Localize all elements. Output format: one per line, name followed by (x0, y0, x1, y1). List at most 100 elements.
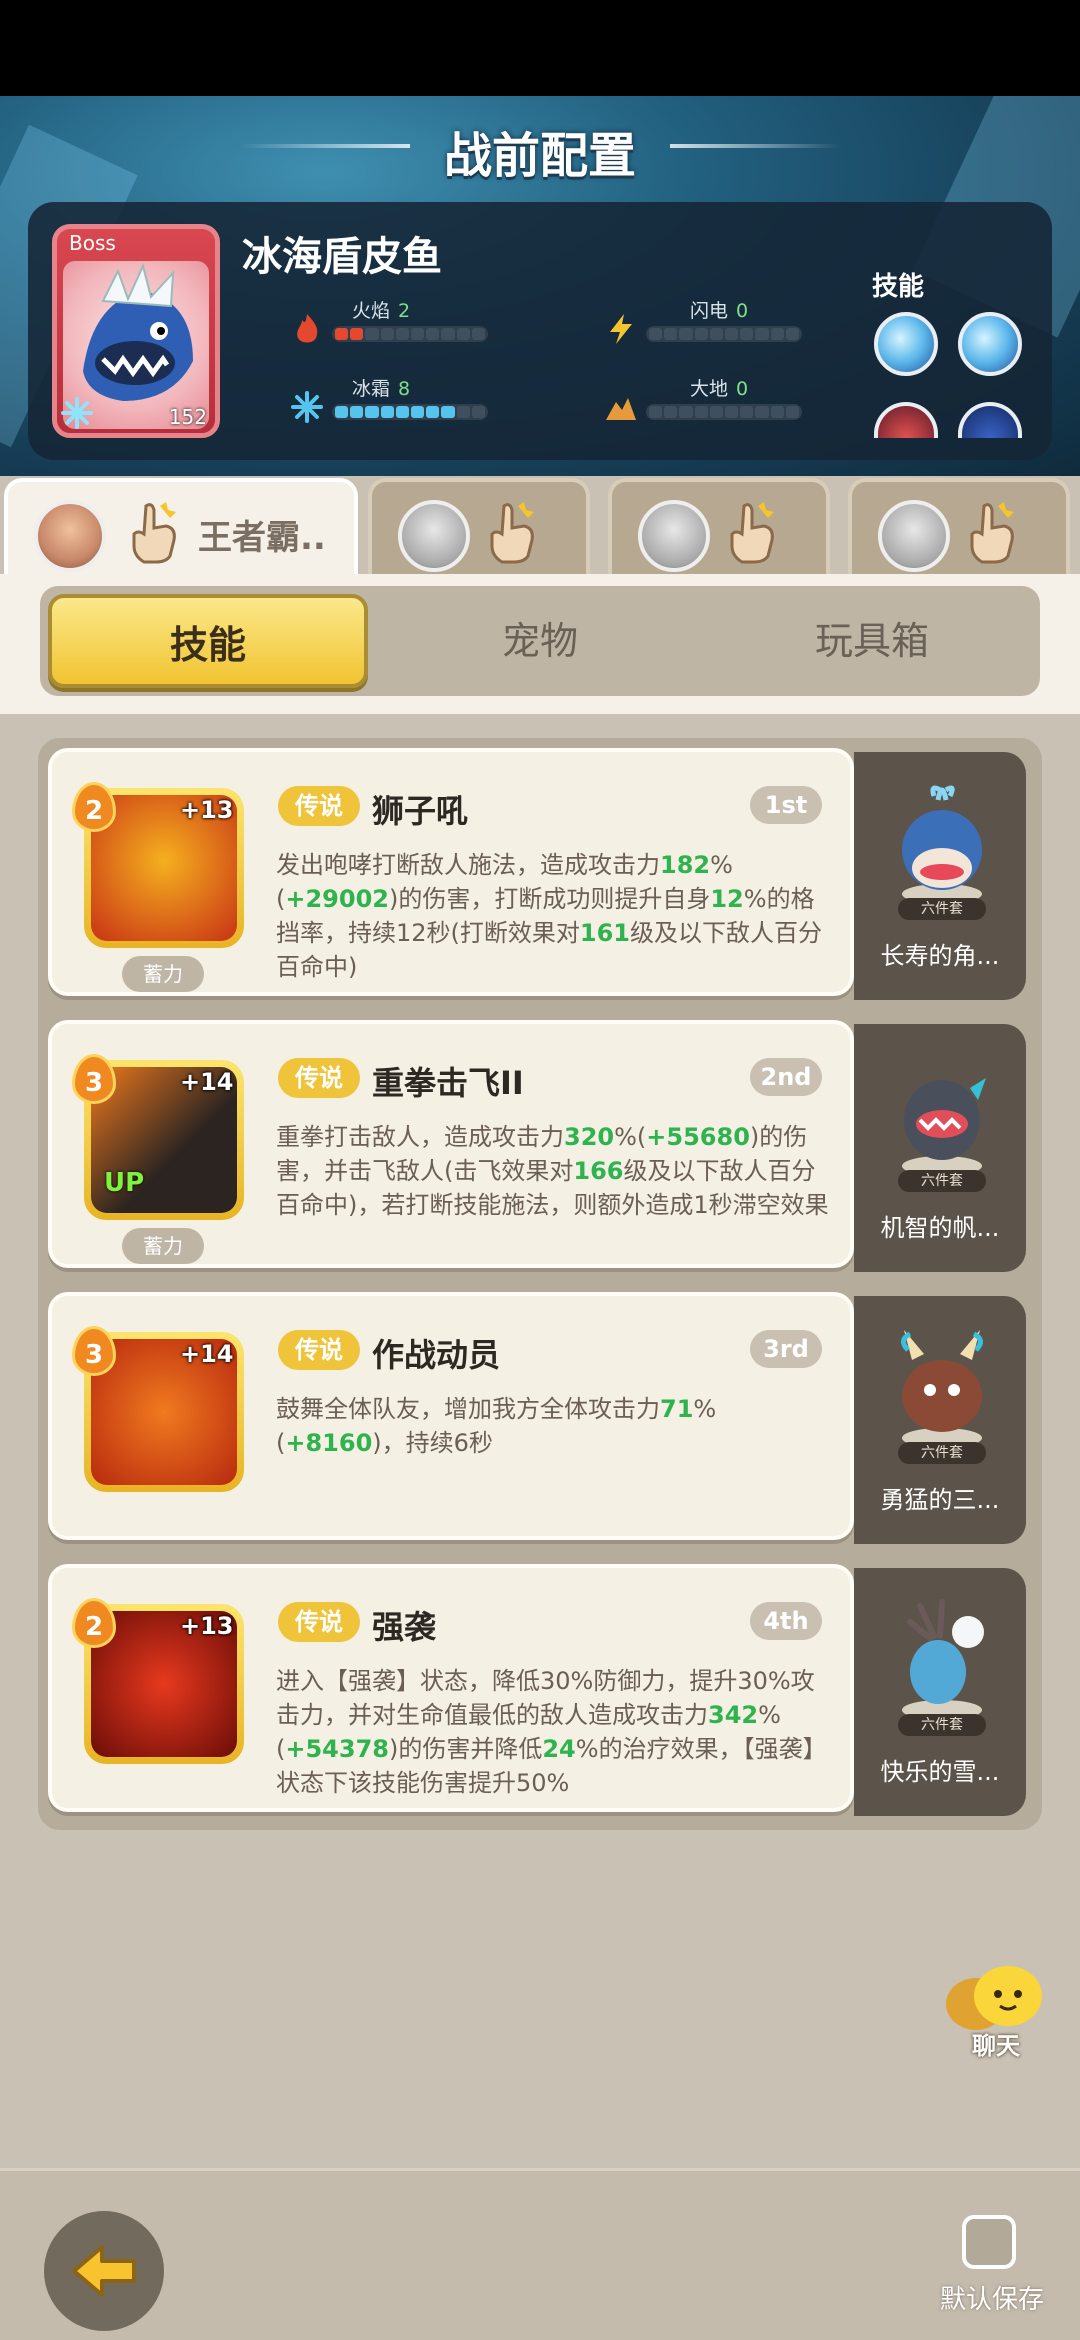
tab-skills[interactable]: 技能 (48, 594, 368, 688)
snowflake-icon (61, 397, 93, 429)
stat-bar-segment (441, 406, 455, 418)
hero-tab-2[interactable] (368, 478, 590, 574)
skill-description: 重拳打击敌人，造成攻击力320%(+55680)的伤害，并击飞敌人(击飞效果对1… (276, 1120, 832, 1222)
hand-pointer-icon (132, 502, 176, 564)
pet-slot-3[interactable]: 六件套 勇猛的三... (854, 1296, 1026, 1544)
skill-name: 作战动员 (372, 1336, 501, 1374)
highlight-value: +54378 (285, 1735, 389, 1763)
back-arrow-icon (72, 2245, 136, 2297)
stat-frost-value: 8 (398, 378, 411, 400)
chat-label: 聊天 (972, 2032, 1020, 2060)
tab-pets[interactable]: 宠物 (380, 594, 700, 688)
description-text: 重拳打击敌人，造成攻击力 (276, 1123, 564, 1151)
hero-tab-4[interactable] (848, 478, 1070, 574)
earth-icon (606, 398, 636, 420)
stat-bar-segment (395, 406, 410, 418)
highlight-value: 182 (660, 851, 711, 879)
highlight-value: 24 (542, 1735, 576, 1763)
stat-earth-value: 0 (736, 378, 749, 400)
skill-order-badge: 3rd (750, 1330, 822, 1368)
skill-card-3[interactable]: 3 +14 传说 作战动员 3rd 鼓舞全体队友，增加我方全体攻击力71%(+8… (48, 1292, 854, 1540)
pet-slot-1[interactable]: 六件套 长寿的角... (854, 752, 1026, 1000)
tab-toy-box[interactable]: 玩具箱 (712, 594, 1032, 688)
chat-button[interactable]: 聊天 (936, 1960, 1056, 2060)
boss-skill-fire-orb-icon[interactable] (874, 402, 938, 438)
stat-frost: 冰霜 8 (290, 374, 510, 423)
description-text: 发出咆哮打断敌人施法，造成攻击力 (276, 851, 660, 879)
skill-level-plus: +13 (180, 1612, 234, 1640)
pet-set-badge: 六件套 (898, 1170, 986, 1192)
skill-level-plus: +14 (180, 1068, 234, 1096)
snow-pet-icon (902, 1599, 984, 1720)
stat-bar-segment (456, 328, 470, 340)
description-text: )的伤害并降低 (388, 1735, 543, 1763)
boss-tag: Boss (69, 231, 116, 255)
stat-fire-bar (332, 326, 488, 342)
stat-frost-label: 冰霜 (352, 378, 391, 400)
rarity-badge: 传说 (278, 1330, 360, 1370)
boss-name: 冰海盾皮鱼 (242, 234, 442, 280)
fire-icon (297, 314, 318, 343)
skill-order-badge: 4th (750, 1602, 822, 1640)
stat-fire-label: 火焰 (352, 300, 391, 322)
stat-lightning-bar (646, 326, 802, 342)
skill-description: 进入【强袭】状态，降低30%防御力，提升30%攻击力，并对生命值最低的敌人造成攻… (276, 1664, 832, 1800)
highlight-value: 320 (564, 1123, 615, 1151)
pet-name: 勇猛的三... (880, 1486, 1000, 1514)
stat-bar-segment (380, 406, 394, 418)
hero-tab-bar: 王者霸.. (0, 478, 1080, 578)
skill-name: 强袭 (372, 1608, 437, 1646)
description-text: 鼓舞全体队友，增加我方全体攻击力 (276, 1395, 660, 1423)
stat-bar-segment (365, 328, 379, 340)
stat-bar-segment (649, 406, 663, 418)
stat-bar-segment (694, 328, 708, 340)
highlight-value: 166 (573, 1157, 624, 1185)
lightning-icon (610, 314, 632, 344)
hero-avatar (34, 500, 106, 572)
rarity-badge: 传说 (278, 786, 360, 826)
hero-tab-3[interactable] (608, 478, 830, 574)
back-button[interactable] (44, 2211, 164, 2331)
stat-bar-segment (770, 406, 784, 418)
stat-frost-bar (332, 404, 488, 420)
snowflake-icon (291, 391, 323, 423)
boss-skill-ice-crystal-icon[interactable] (874, 312, 938, 376)
skill-card-1[interactable]: 2 +13 蓄力 传说 狮子吼 1st 发出咆哮打断敌人施法，造成攻击力182%… (48, 748, 854, 996)
skill-level-plus: +13 (180, 796, 234, 824)
skill-charge-tag: 蓄力 (122, 956, 204, 992)
stat-bar-segment (350, 406, 364, 418)
highlight-value: 342 (708, 1701, 759, 1729)
stat-bar-segment (725, 328, 739, 340)
hero-name: 王者霸.. (198, 518, 326, 558)
stat-bar-segment (335, 406, 349, 418)
rarity-badge: 传说 (278, 1058, 360, 1098)
skill-card-4[interactable]: 2 +13 传说 强袭 4th 进入【强袭】状态，降低30%防御力，提升30%攻… (48, 1564, 854, 1812)
boss-info-panel: Boss 152 冰海盾皮鱼 火焰 2 闪电 0 冰霜 8 大地 0 技能 (28, 202, 1052, 460)
pet-name: 长寿的角... (880, 942, 1000, 970)
default-save-checkbox[interactable] (962, 2215, 1016, 2269)
boss-skill-star-orb-icon[interactable] (958, 402, 1022, 438)
stat-earth: 大地 0 (604, 374, 824, 422)
skill-level-plus: +14 (180, 1340, 234, 1368)
status-bar (0, 0, 1080, 96)
pet-set-badge: 六件套 (898, 1714, 986, 1736)
stat-earth-label: 大地 (690, 378, 729, 400)
boss-skill-ice-burst-icon[interactable] (958, 312, 1022, 376)
hero-tab-1[interactable]: 王者霸.. (4, 478, 358, 578)
pet-slot-2[interactable]: 六件套 机智的帆... (854, 1024, 1026, 1272)
stat-bar-segment (411, 328, 425, 340)
pet-slot-4[interactable]: 六件套 快乐的雪... (854, 1568, 1026, 1816)
stat-bar-segment (471, 328, 486, 340)
bottom-bar: 默认保存 (0, 2168, 1080, 2340)
stat-bar-segment (740, 406, 754, 418)
whale-pet-icon (902, 785, 982, 904)
hand-pointer-icon (490, 502, 534, 564)
skill-card-2[interactable]: 3 +14 UP 蓄力 传说 重拳击飞II 2nd 重拳打击敌人，造成攻击力32… (48, 1020, 854, 1268)
stat-bar-segment (365, 406, 379, 418)
highlight-value: 161 (579, 919, 631, 947)
boss-portrait[interactable]: Boss 152 (52, 224, 220, 438)
stat-bar-segment (740, 328, 754, 340)
stat-lightning-label: 闪电 (690, 300, 729, 322)
description-text: )的伤害，打断成功则提升自身 (388, 885, 711, 913)
highlight-value: +55680 (646, 1123, 750, 1151)
